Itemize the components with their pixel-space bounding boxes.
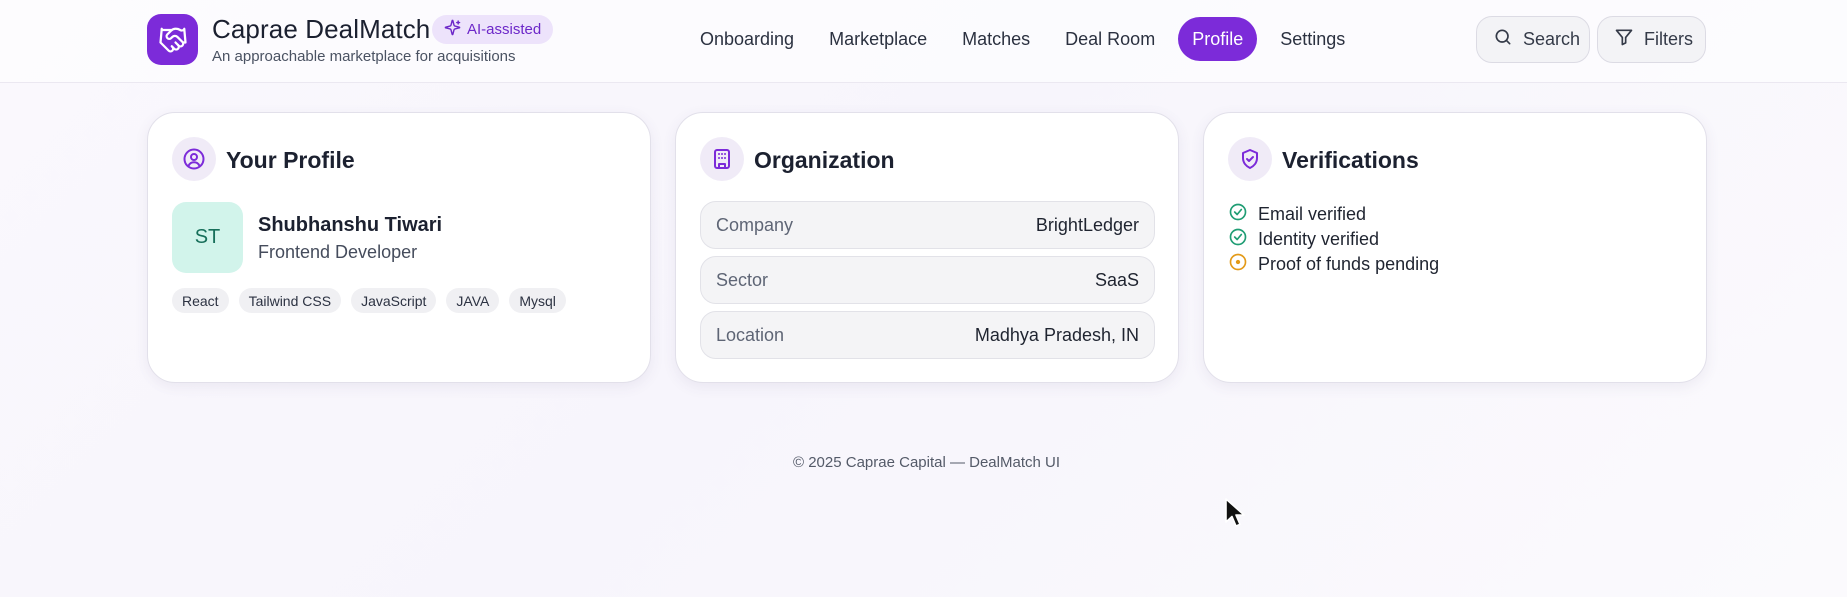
check-circle-icon <box>1228 202 1248 227</box>
search-icon <box>1493 27 1513 52</box>
profile-name: Shubhanshu Tiwari <box>258 214 443 236</box>
shield-check-icon <box>1228 137 1272 181</box>
handshake-logo-icon[interactable] <box>147 14 198 65</box>
field-label: Sector <box>716 269 769 290</box>
app-subtitle: An approachable marketplace for acquisit… <box>212 48 516 65</box>
nav-settings[interactable]: Settings <box>1268 17 1357 61</box>
field-value: Madhya Pradesh, IN <box>974 324 1139 345</box>
filters-button[interactable]: Filters <box>1597 16 1706 63</box>
sparkles-icon <box>444 19 461 40</box>
organization-card: Organization Company BrightLedger Sector… <box>675 112 1179 383</box>
company-field: Company BrightLedger <box>700 201 1155 249</box>
verifications-card: Verifications Email verified Identity ve… <box>1203 112 1707 383</box>
verification-list: Email verified Identity verified Proof o… <box>1228 202 1439 277</box>
list-item: Email verified <box>1228 202 1439 227</box>
app-title: Caprae DealMatch <box>212 14 431 44</box>
pending-circle-icon <box>1228 252 1248 277</box>
skill-tag: Tailwind CSS <box>238 288 342 313</box>
nav-onboarding[interactable]: Onboarding <box>688 17 806 61</box>
list-item: Proof of funds pending <box>1228 252 1439 277</box>
profile-card: Your Profile ST Shubhanshu Tiwari Fronte… <box>147 112 651 383</box>
field-label: Company <box>716 214 794 235</box>
filter-icon <box>1614 27 1634 52</box>
main-nav: Onboarding Marketplace Matches Deal Room… <box>688 17 1368 61</box>
check-circle-icon <box>1228 227 1248 252</box>
profile-card-title: Your Profile <box>226 147 355 173</box>
sector-field: Sector SaaS <box>700 256 1155 304</box>
nav-marketplace[interactable]: Marketplace <box>817 17 939 61</box>
nav-profile[interactable]: Profile <box>1178 17 1258 61</box>
skill-tags: React Tailwind CSS JavaScript JAVA Mysql <box>172 288 566 313</box>
list-item: Identity verified <box>1228 227 1439 252</box>
verification-label: Proof of funds pending <box>1258 254 1440 274</box>
top-header: Caprae DealMatch AI-assisted An approach… <box>0 0 1847 83</box>
skill-tag: Mysql <box>509 288 566 313</box>
field-label: Location <box>716 324 785 345</box>
nav-matches[interactable]: Matches <box>950 17 1042 61</box>
location-field: Location Madhya Pradesh, IN <box>700 311 1155 359</box>
verification-label: Identity verified <box>1258 229 1380 249</box>
skill-tag: JAVA <box>446 288 500 313</box>
field-value: BrightLedger <box>1035 214 1139 235</box>
ai-assisted-badge: AI-assisted <box>432 15 554 44</box>
nav-deal-room[interactable]: Deal Room <box>1053 17 1167 61</box>
skill-tag: JavaScript <box>351 288 437 313</box>
organization-card-title: Organization <box>754 147 895 173</box>
mouse-cursor-icon <box>1225 498 1247 533</box>
search-button-label: Search <box>1523 29 1581 49</box>
profile-role: Frontend Developer <box>258 242 418 262</box>
avatar: ST <box>172 202 243 273</box>
user-circle-icon <box>172 137 216 181</box>
filters-button-label: Filters <box>1644 29 1693 49</box>
ai-badge-label: AI-assisted <box>467 21 542 38</box>
building-icon <box>700 137 744 181</box>
search-button[interactable]: Search <box>1476 16 1590 63</box>
verification-label: Email verified <box>1258 204 1367 224</box>
skill-tag: React <box>172 288 229 313</box>
footer-text: © 2025 Caprae Capital — DealMatch UI <box>792 454 1060 471</box>
verifications-card-title: Verifications <box>1282 147 1419 173</box>
field-value: SaaS <box>1094 269 1139 290</box>
